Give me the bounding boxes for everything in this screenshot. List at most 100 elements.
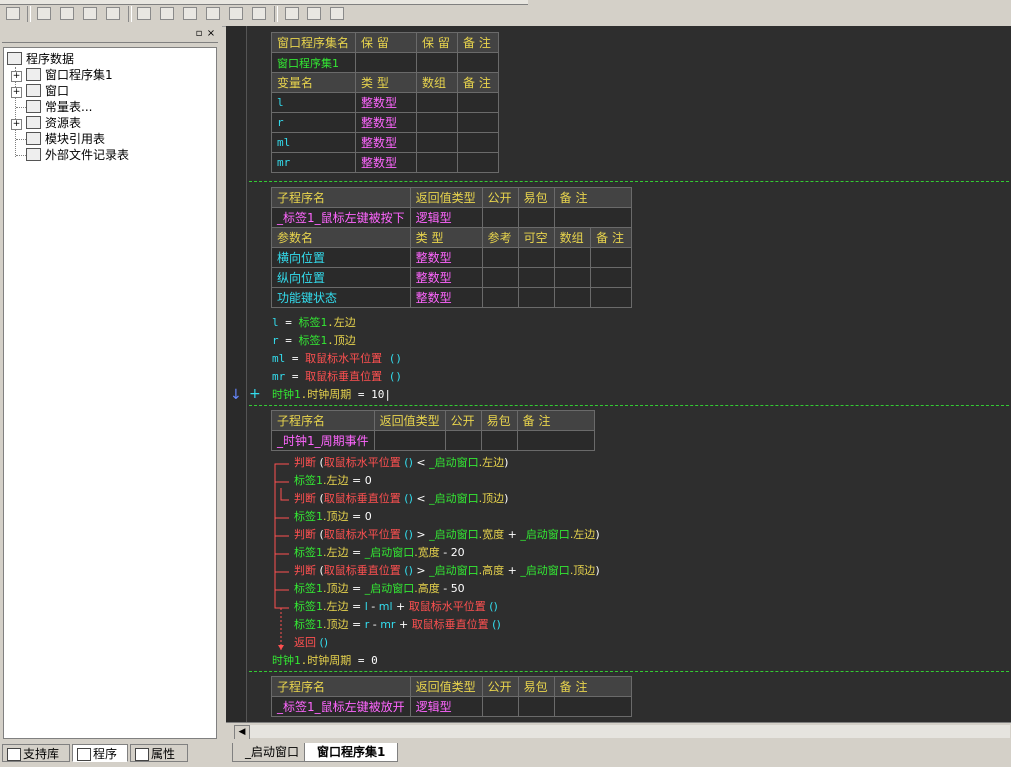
horizontal-scrollbar[interactable]: ◀ xyxy=(226,722,1011,740)
code-line[interactable]: 标签1.左边 = 0 xyxy=(294,473,372,489)
fit-all-icon[interactable] xyxy=(330,7,344,20)
align-middle-icon[interactable] xyxy=(137,7,151,20)
tab-window-assembly[interactable]: 窗口程序集1 xyxy=(304,743,399,762)
table-cell[interactable] xyxy=(481,287,519,308)
table-row[interactable]: mr 整数型 xyxy=(271,152,499,173)
table-cell[interactable] xyxy=(590,267,632,288)
table-cell[interactable] xyxy=(416,152,458,173)
table-row[interactable]: 功能键状态 整数型 xyxy=(271,287,632,308)
var-type-cell[interactable]: 整数型 xyxy=(355,112,417,133)
code-line[interactable]: 判断 (取鼠标垂直位置 () < _启动窗口.顶边) xyxy=(294,491,508,507)
expand-icon[interactable]: + xyxy=(11,119,22,130)
table-cell[interactable] xyxy=(517,207,555,228)
code-line[interactable]: 标签1.顶边 = _启动窗口.高度 - 50 xyxy=(294,581,465,597)
code-line-current[interactable]: 时钟1.时钟周期 = 10| xyxy=(272,387,391,403)
code-line[interactable]: ml = 取鼠标水平位置 () xyxy=(272,351,402,367)
add-line-icon[interactable]: + xyxy=(249,386,261,402)
align-right-icon[interactable] xyxy=(83,7,97,20)
table-cell[interactable] xyxy=(416,112,458,133)
var-name-cell[interactable]: ml xyxy=(271,132,356,153)
table-cell[interactable] xyxy=(416,52,458,73)
table-cell[interactable] xyxy=(480,430,518,451)
table-cell[interactable] xyxy=(373,430,446,451)
code-line[interactable]: 时钟1.时钟周期 = 0 xyxy=(272,653,378,669)
var-name-cell[interactable]: mr xyxy=(271,152,356,173)
code-line[interactable]: 标签1.顶边 = r - mr + 取鼠标垂直位置 () xyxy=(294,617,501,633)
table-row[interactable]: _时钟1_周期事件 xyxy=(271,430,595,451)
table-cell[interactable] xyxy=(517,247,555,268)
table-cell[interactable] xyxy=(516,430,595,451)
param-type-cell[interactable]: 整数型 xyxy=(409,247,483,268)
align-center-icon[interactable] xyxy=(60,7,74,20)
table-cell[interactable] xyxy=(553,696,632,717)
code-line[interactable]: l = 标签1.左边 xyxy=(272,315,356,331)
code-line[interactable]: 标签1.左边 = l - ml + 取鼠标水平位置 () xyxy=(294,599,498,615)
table-cell[interactable] xyxy=(416,92,458,113)
param-type-cell[interactable]: 整数型 xyxy=(409,267,483,288)
table-cell[interactable] xyxy=(553,247,592,268)
table-cell[interactable] xyxy=(553,207,632,228)
table-cell[interactable] xyxy=(553,287,592,308)
close-icon[interactable]: × xyxy=(206,29,216,39)
space-vertical-icon[interactable] xyxy=(206,7,220,20)
code-line[interactable]: r = 标签1.顶边 xyxy=(272,333,356,349)
code-line[interactable]: 判断 (取鼠标水平位置 () > _启动窗口.宽度 + _启动窗口.左边) xyxy=(294,527,600,543)
table-row[interactable]: 横向位置 整数型 xyxy=(271,247,632,268)
assembly-name-cell[interactable]: 窗口程序集1 xyxy=(271,52,356,73)
table-cell[interactable] xyxy=(517,696,555,717)
subroutine-name-cell[interactable]: _时钟1_周期事件 xyxy=(271,430,375,451)
grid-icon[interactable] xyxy=(6,7,20,20)
table-cell[interactable] xyxy=(481,696,519,717)
table-row[interactable]: 窗口程序集1 xyxy=(271,52,499,73)
tab-program[interactable]: 程序 xyxy=(72,744,128,762)
tree-item-resources[interactable]: 资源表 xyxy=(26,115,81,131)
var-type-cell[interactable]: 整数型 xyxy=(355,152,417,173)
table-row[interactable]: l 整数型 xyxy=(271,92,499,113)
tree-item-external-files[interactable]: 外部文件记录表 xyxy=(26,147,129,163)
table-cell[interactable] xyxy=(416,132,458,153)
table-row[interactable]: _标签1_鼠标左键被按下 逻辑型 xyxy=(271,207,632,228)
table-cell[interactable] xyxy=(457,52,499,73)
table-cell[interactable] xyxy=(457,132,499,153)
subroutine-name-cell[interactable]: _标签1_鼠标左键被按下 xyxy=(271,207,411,228)
code-line[interactable]: 判断 (取鼠标水平位置 () < _启动窗口.左边) xyxy=(294,455,508,471)
code-line[interactable]: 判断 (取鼠标垂直位置 () > _启动窗口.高度 + _启动窗口.顶边) xyxy=(294,563,600,579)
align-left-icon[interactable] xyxy=(37,7,51,20)
table-cell[interactable] xyxy=(517,267,555,288)
table-row[interactable]: r 整数型 xyxy=(271,112,499,133)
same-width-icon[interactable] xyxy=(229,7,243,20)
code-line[interactable]: 标签1.左边 = _启动窗口.宽度 - 20 xyxy=(294,545,465,561)
table-cell[interactable] xyxy=(481,207,519,228)
scroll-left-icon[interactable]: ◀ xyxy=(234,725,250,740)
code-editor[interactable]: 窗口程序集名 保 留 保 留 备 注 窗口程序集1 变量名 类 型 数组 备 注… xyxy=(247,26,1011,722)
code-line[interactable]: 返回 () xyxy=(294,635,328,651)
tab-support-library[interactable]: 支持库 xyxy=(2,744,70,762)
code-line[interactable]: mr = 取鼠标垂直位置 () xyxy=(272,369,402,385)
var-type-cell[interactable]: 整数型 xyxy=(355,132,417,153)
same-size-icon[interactable] xyxy=(285,7,299,20)
expand-icon[interactable]: + xyxy=(11,71,22,82)
tree-item-modules[interactable]: 模块引用表 xyxy=(26,131,105,147)
var-type-cell[interactable]: 整数型 xyxy=(355,92,417,113)
var-name-cell[interactable]: l xyxy=(271,92,356,113)
table-cell[interactable] xyxy=(457,112,499,133)
align-bottom-icon[interactable] xyxy=(160,7,174,20)
tree-root[interactable]: 程序数据 xyxy=(7,51,74,67)
same-height-icon[interactable] xyxy=(252,7,266,20)
table-cell[interactable] xyxy=(517,287,555,308)
return-type-cell[interactable]: 逻辑型 xyxy=(409,696,483,717)
param-name-cell[interactable]: 横向位置 xyxy=(271,247,411,268)
scroll-track[interactable] xyxy=(250,725,1010,738)
code-line[interactable]: 标签1.顶边 = 0 xyxy=(294,509,372,525)
param-name-cell[interactable]: 纵向位置 xyxy=(271,267,411,288)
var-name-cell[interactable]: r xyxy=(271,112,356,133)
tree-item-assembly[interactable]: 窗口程序集1 xyxy=(26,67,113,83)
table-cell[interactable] xyxy=(590,247,632,268)
param-name-cell[interactable]: 功能键状态 xyxy=(271,287,411,308)
subroutine-name-cell[interactable]: _标签1_鼠标左键被放开 xyxy=(271,696,411,717)
tree-item-constants[interactable]: 常量表... xyxy=(26,99,92,115)
param-type-cell[interactable]: 整数型 xyxy=(409,287,483,308)
table-cell[interactable] xyxy=(457,152,499,173)
table-cell[interactable] xyxy=(444,430,482,451)
fit-height-icon[interactable] xyxy=(307,7,321,20)
